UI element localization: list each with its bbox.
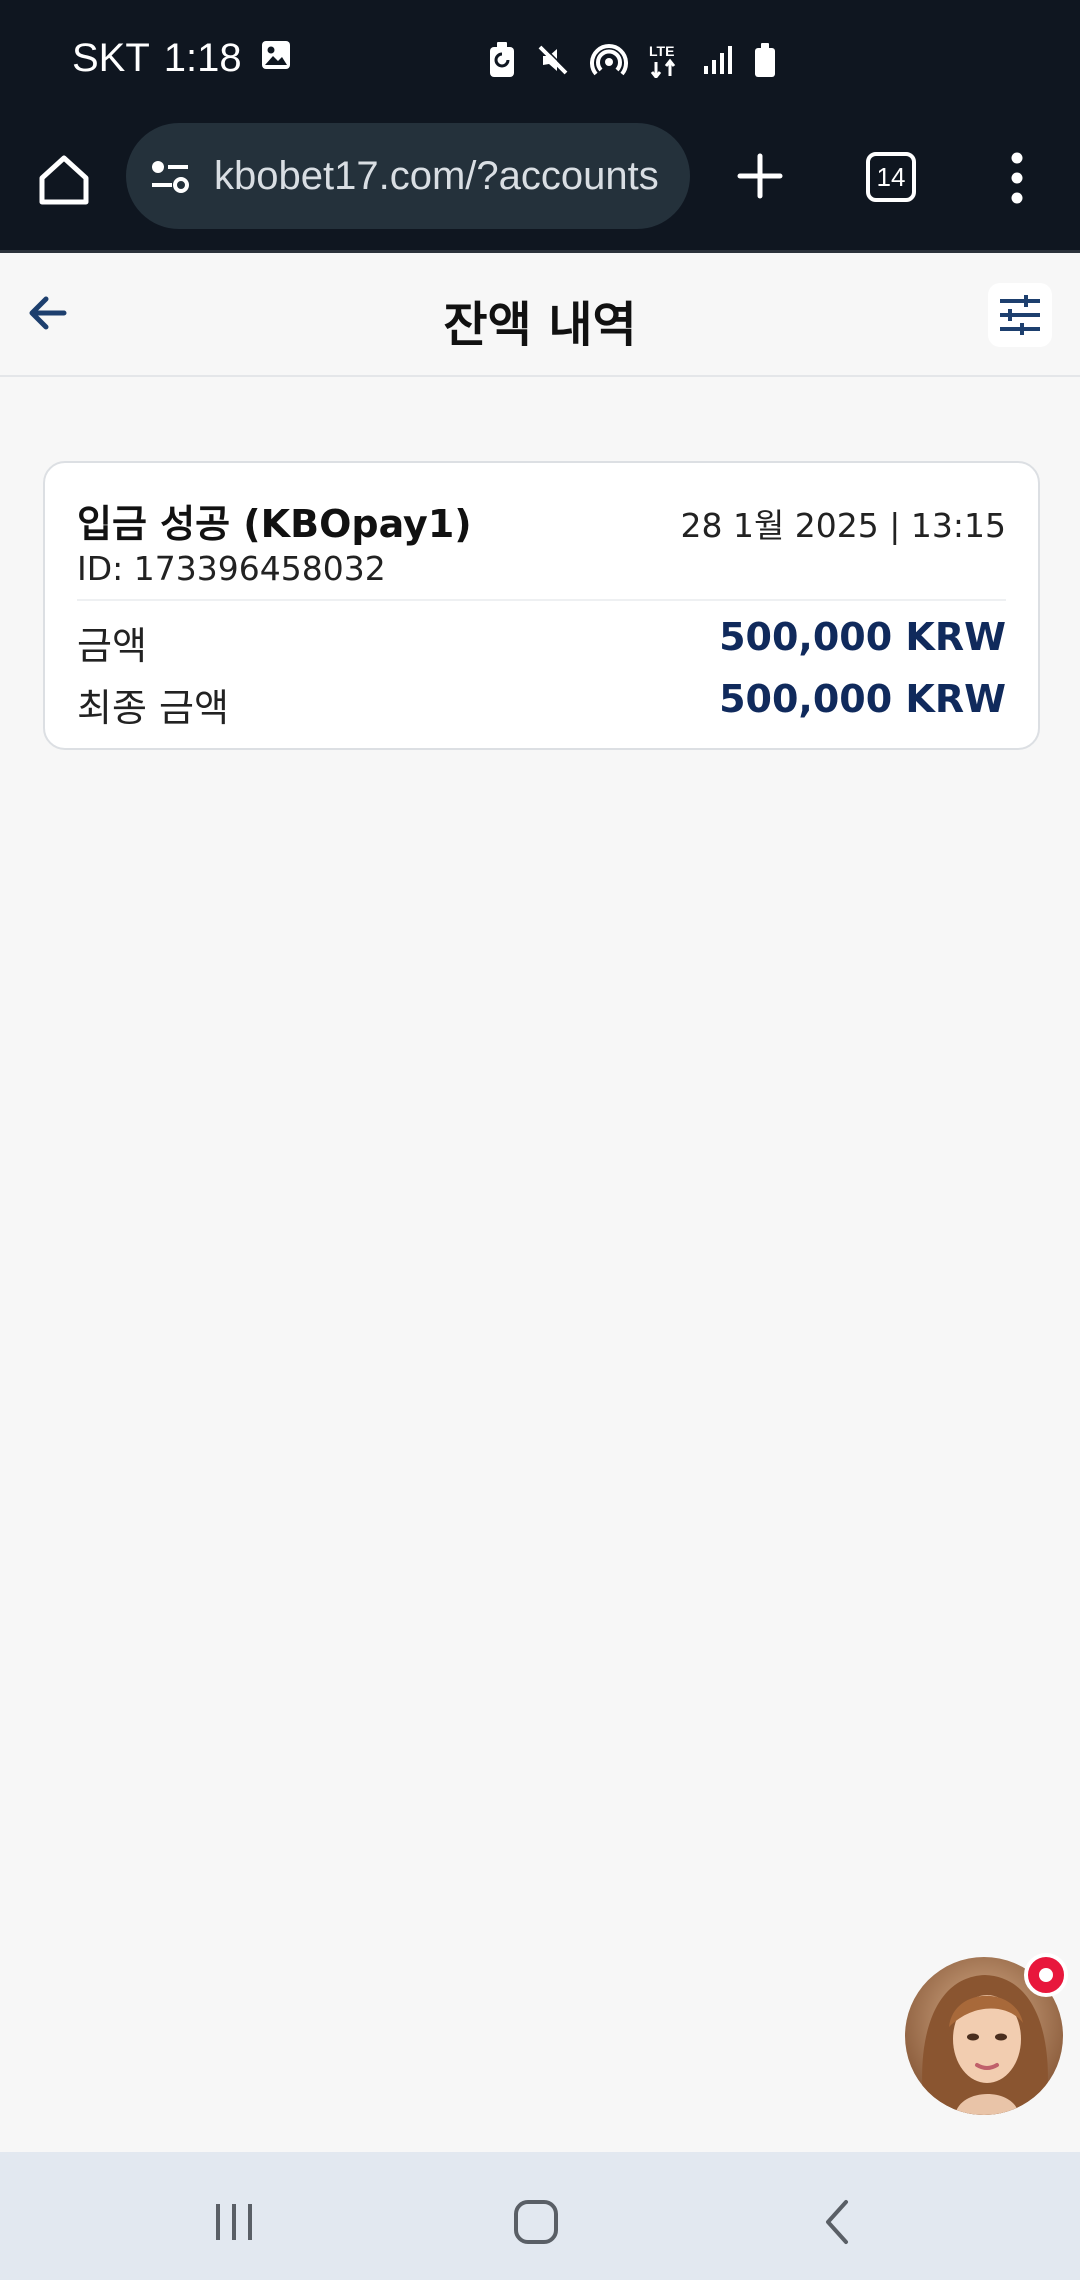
- notification-badge: [1024, 1953, 1068, 1997]
- back-nav-button[interactable]: [808, 2192, 868, 2252]
- url-bar[interactable]: kbobet17.com/?accounts: [126, 123, 690, 229]
- transaction-title: 입금 성공 (KBOpay1): [77, 502, 472, 546]
- system-nav-bar: [0, 2152, 1080, 2280]
- hotspot-icon: [590, 42, 628, 78]
- site-settings-icon[interactable]: [148, 154, 192, 198]
- recents-button[interactable]: [204, 2192, 264, 2252]
- browser-menu-button[interactable]: [1002, 150, 1032, 206]
- plus-icon: [737, 153, 783, 199]
- status-bar: SKT 1:18 LTE: [0, 0, 1080, 120]
- lte-icon: LTE: [648, 42, 682, 78]
- svg-text:LTE: LTE: [649, 43, 674, 59]
- more-vert-icon: [1011, 152, 1023, 204]
- filter-button[interactable]: [988, 283, 1052, 347]
- page-title: 잔액 내역: [443, 297, 637, 353]
- recents-icon: [216, 2204, 252, 2240]
- battery-saver-icon: [488, 42, 516, 78]
- tab-switcher-button[interactable]: 14: [866, 152, 916, 202]
- clock: 1:18: [163, 36, 242, 80]
- home-button[interactable]: [34, 150, 94, 210]
- sliders-icon: [1000, 295, 1040, 335]
- app-header: 잔액 내역: [0, 253, 1080, 377]
- status-left: SKT 1:18: [72, 36, 292, 81]
- gallery-icon: [260, 36, 292, 81]
- home-nav-button[interactable]: [506, 2192, 566, 2252]
- home-icon: [39, 155, 89, 205]
- home-square-icon: [514, 2200, 558, 2244]
- transaction-card[interactable]: 입금 성공 (KBOpay1) 28 1월 2025 | 13:15 ID: 1…: [43, 461, 1040, 750]
- transaction-id: ID: 173396458032: [77, 549, 386, 588]
- mute-icon: [536, 43, 570, 77]
- new-tab-button[interactable]: [734, 150, 786, 202]
- divider: [77, 599, 1006, 601]
- final-amount-label: 최종 금액: [77, 686, 229, 730]
- amount-value: 500,000 KRW: [719, 615, 1006, 659]
- url-text[interactable]: kbobet17.com/?accounts: [214, 154, 674, 199]
- final-amount-value: 500,000 KRW: [719, 677, 1006, 721]
- amount-label: 금액: [77, 624, 147, 668]
- carrier-label: SKT: [72, 36, 150, 80]
- status-icons: LTE: [488, 42, 776, 78]
- chevron-left-icon: [826, 2200, 848, 2244]
- battery-icon: [754, 43, 776, 77]
- browser-toolbar: kbobet17.com/?accounts 14: [0, 120, 1080, 253]
- transaction-datetime: 28 1월 2025 | 13:15: [680, 506, 1006, 545]
- signal-icon: [702, 44, 734, 76]
